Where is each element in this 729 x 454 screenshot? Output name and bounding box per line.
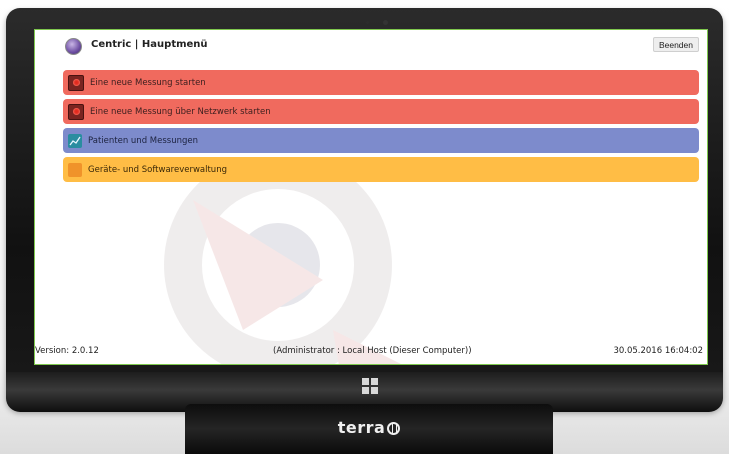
menu-item-device-software[interactable]: Geräte- und Softwareverwaltung	[63, 157, 699, 182]
brand-logo: terra	[185, 418, 553, 437]
datetime-label: 30.05.2016 16:04:02	[613, 346, 703, 356]
menu-item-new-measurement[interactable]: Eine neue Messung starten	[63, 70, 699, 95]
monitor-stand: terra	[185, 404, 553, 454]
page-title: Centric | Hauptmenü	[91, 39, 208, 50]
sensor-dot	[366, 21, 369, 24]
app-window: Centric | Hauptmenü Beenden Eine neue Me…	[34, 29, 708, 365]
menu-item-network-measurement[interactable]: Eine neue Messung über Netzwerk starten	[63, 99, 699, 124]
chart-icon	[68, 133, 82, 148]
windows-logo-icon	[362, 378, 378, 394]
host-label: (Administrator : Local Host (Dieser Comp…	[273, 346, 472, 356]
version-label: Version: 2.0.12	[35, 346, 99, 356]
menu-item-label: Patienten und Messungen	[88, 135, 198, 146]
tools-icon	[68, 162, 82, 177]
menu-item-patients[interactable]: Patienten und Messungen	[63, 128, 699, 153]
main-menu: Eine neue Messung starten Eine neue Mess…	[63, 70, 699, 186]
globe-icon	[387, 422, 401, 435]
webcam	[383, 20, 388, 25]
record-icon	[68, 103, 84, 120]
logo-watermark	[164, 160, 401, 364]
menu-item-label: Eine neue Messung über Netzwerk starten	[90, 106, 271, 117]
exit-button[interactable]: Beenden	[652, 37, 699, 52]
record-icon	[68, 74, 84, 91]
menu-item-label: Geräte- und Softwareverwaltung	[88, 164, 227, 175]
menu-item-label: Eine neue Messung starten	[90, 77, 206, 88]
app-logo-icon	[65, 38, 82, 55]
status-bar: Version: 2.0.12 (Administrator : Local H…	[35, 346, 707, 360]
